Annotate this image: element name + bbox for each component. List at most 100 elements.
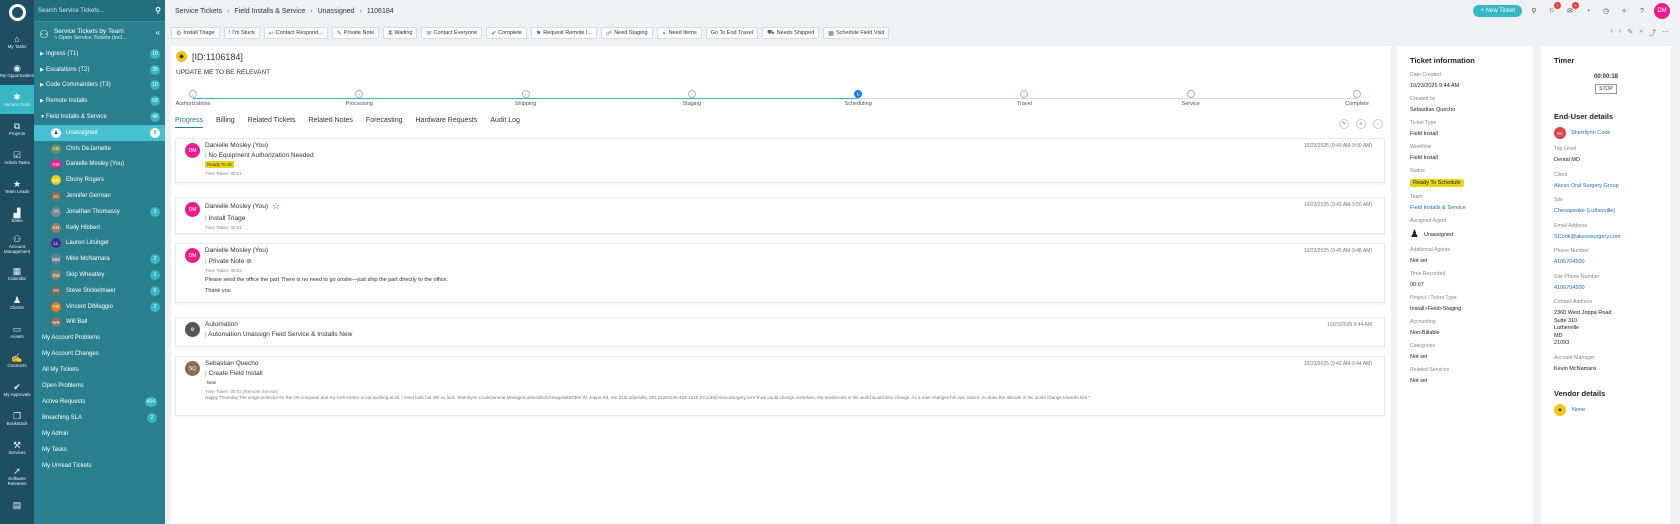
- action-button[interactable]: ▦ Schedule Field Visit: [823, 27, 890, 39]
- field-value[interactable]: Field Installs & Service: [1410, 205, 1520, 211]
- team-member[interactable]: JT Jonathan Thomassy 3: [34, 204, 165, 220]
- tab-related-tickets[interactable]: Related Tickets: [248, 117, 296, 128]
- action-button[interactable]: Go To End Travel: [705, 27, 759, 39]
- action-button[interactable]: ↩ Contact Respond...: [263, 27, 328, 39]
- sidebar-subtitle[interactable]: ⤷ Open Service Tickets (incl...: [54, 35, 151, 42]
- stage-step[interactable]: ✓ Staging: [662, 90, 722, 107]
- rail-item[interactable]: ◉ My Opportunities: [0, 56, 34, 85]
- author-name[interactable]: Sebastian Quecho: [205, 360, 258, 367]
- status-badge[interactable]: Ready To Schedule: [1410, 179, 1464, 187]
- team-member[interactable]: WB Will Ball: [34, 315, 165, 331]
- rail-item[interactable]: ⚒ Services: [0, 433, 34, 462]
- breadcrumb-item[interactable]: Field Installs & Service: [234, 8, 305, 15]
- rss-icon[interactable]: ◔: [1582, 5, 1594, 17]
- author-name[interactable]: Danielle Mosley (You): [205, 142, 268, 149]
- breadcrumb-item[interactable]: Service Tickets: [175, 8, 222, 15]
- rail-item[interactable]: ▦ Calendar: [0, 259, 34, 288]
- sidebar-link[interactable]: My Admin: [34, 426, 165, 442]
- comment-icon[interactable]: ✎: [1339, 119, 1349, 129]
- team-member[interactable]: SW Skip Wheatley 1: [34, 267, 165, 283]
- stop-button[interactable]: STOP: [1595, 84, 1617, 94]
- collapse-icon[interactable]: «: [156, 28, 160, 37]
- sidebar-link[interactable]: All My Tickets: [34, 362, 165, 378]
- sort-icon[interactable]: ↓: [1373, 119, 1383, 129]
- assigned-agent[interactable]: Unassigned: [1424, 232, 1453, 238]
- list-icon[interactable]: ≡: [1356, 119, 1366, 129]
- vendor-value[interactable]: None: [1572, 407, 1585, 413]
- sidebar-link[interactable]: My Unread Tickets: [34, 458, 165, 474]
- lightbulb-icon[interactable]: ✧: [1618, 5, 1630, 17]
- team-member[interactable]: ♟ Unassigned 8: [34, 124, 165, 141]
- forward-icon[interactable]: »: [1639, 28, 1643, 38]
- rail-item[interactable]: ✍ Contracts: [0, 346, 34, 375]
- sidebar-link[interactable]: Active Requests 404: [34, 394, 165, 410]
- action-button[interactable]: ✎ Private Note: [331, 27, 380, 39]
- stage-step[interactable]: ✓ Processing: [329, 90, 389, 107]
- team-section[interactable]: ▶ Code Commanders (T3) 10: [34, 78, 165, 94]
- team-member[interactable]: MM Mike McNamara 2: [34, 251, 165, 267]
- mail-icon[interactable]: ✉ 9: [1564, 2, 1579, 17]
- search-icon[interactable]: ⚲: [1528, 5, 1540, 17]
- sidebar-link[interactable]: My Tasks: [34, 442, 165, 458]
- breadcrumb-item[interactable]: Unassigned: [318, 8, 355, 15]
- team-member[interactable]: LL Lauren Litsinger: [34, 236, 165, 252]
- author-name[interactable]: Danielle Mosley (You): [205, 247, 268, 254]
- rail-item[interactable]: ▤: [0, 491, 34, 520]
- prev-icon[interactable]: ‹: [1611, 28, 1613, 38]
- edit-icon[interactable]: ✎: [1627, 28, 1633, 38]
- rail-item[interactable]: ⌂ My Tasks: [0, 27, 34, 56]
- stage-step[interactable]: ✓ Shipping: [496, 90, 556, 107]
- bell-icon[interactable]: ⚐ 2: [1546, 2, 1561, 17]
- sidebar-search[interactable]: Search Service Tickets... ⚲: [34, 0, 165, 22]
- tab-hardware-requests[interactable]: Hardware Requests: [416, 117, 478, 128]
- sidebar-link[interactable]: Breaching SLA 2: [34, 410, 165, 426]
- rail-item[interactable]: ♟ Clients: [0, 288, 34, 317]
- stage-step[interactable]: Travel: [994, 90, 1054, 107]
- author-name[interactable]: Automation: [205, 321, 238, 328]
- action-button[interactable]: ✔ Complete: [486, 27, 527, 39]
- tab-forecasting[interactable]: Forecasting: [366, 117, 403, 128]
- author-name[interactable]: Danielle Mosley (You): [205, 203, 268, 210]
- field-value[interactable]: Chesapeake (Lutherville): [1554, 208, 1658, 216]
- new-ticket-button[interactable]: + New Ticket: [1473, 5, 1522, 17]
- help-icon[interactable]: ?: [1636, 5, 1648, 17]
- rail-item[interactable]: ✱ Service Desk: [0, 85, 34, 114]
- ticket-subject[interactable]: UPDATE ME TO BE RELEVANT: [176, 69, 270, 76]
- team-member[interactable]: JG Jennifer German: [34, 188, 165, 204]
- sidebar-link[interactable]: Open Problems: [34, 378, 165, 394]
- search-icon[interactable]: ⚲: [155, 6, 161, 15]
- rail-item[interactable]: ⚇ Account Management: [0, 230, 34, 259]
- rail-item[interactable]: ✔ My Approvals: [0, 375, 34, 404]
- tab-billing[interactable]: Billing: [216, 117, 235, 128]
- field-value[interactable]: 4106704500: [1554, 259, 1658, 267]
- next-icon[interactable]: ›: [1619, 28, 1621, 38]
- team-member[interactable]: CD Chris DeJarnette: [34, 141, 165, 157]
- search-placeholder[interactable]: Search Service Tickets...: [38, 8, 155, 14]
- rail-item[interactable]: ❐ Bookstack: [0, 404, 34, 433]
- rail-item[interactable]: ★ Team Leads: [0, 172, 34, 201]
- team-member[interactable]: VD Vincent DiMaggio 2: [34, 299, 165, 315]
- rail-item[interactable]: ➚ Software Releases: [0, 462, 34, 491]
- team-section[interactable]: ▶ Escalations (T2) 39: [34, 62, 165, 78]
- team-member[interactable]: KH Kelly Hibbert: [34, 220, 165, 236]
- user-avatar[interactable]: DM: [1654, 3, 1670, 19]
- field-value[interactable]: 4106704500: [1554, 285, 1658, 293]
- action-button[interactable]: ⚬ Need Items: [656, 27, 702, 39]
- field-value[interactable]: SCook@akesosurgery.com: [1554, 234, 1658, 242]
- stage-step[interactable]: Complete: [1327, 90, 1387, 107]
- team-member[interactable]: ER Ebony Rogers: [34, 172, 165, 188]
- sidebar-link[interactable]: My Account Changes: [34, 346, 165, 362]
- stage-step[interactable]: ✓ Authorizations: [163, 90, 223, 107]
- stage-step[interactable]: Service: [1161, 90, 1221, 107]
- enduser-name[interactable]: Sherrilynn Cook: [1571, 130, 1610, 136]
- tab-progress[interactable]: Progress: [175, 117, 204, 128]
- share-icon[interactable]: ⤴: [1649, 28, 1656, 38]
- team-section[interactable]: ▶ Remote Installs 68: [34, 93, 165, 109]
- rail-item[interactable]: ⧉ Projects: [0, 114, 34, 143]
- action-button[interactable]: ☍ Need Staging: [601, 27, 653, 39]
- action-button[interactable]: ⛟ Needs Shipped: [762, 27, 820, 39]
- tab-related-notes[interactable]: Related Notes: [309, 117, 353, 128]
- sidebar-link[interactable]: My Account Problems: [34, 330, 165, 346]
- action-button[interactable]: ⧗ Waiting: [383, 27, 418, 39]
- more-icon[interactable]: ⋯: [1662, 28, 1669, 38]
